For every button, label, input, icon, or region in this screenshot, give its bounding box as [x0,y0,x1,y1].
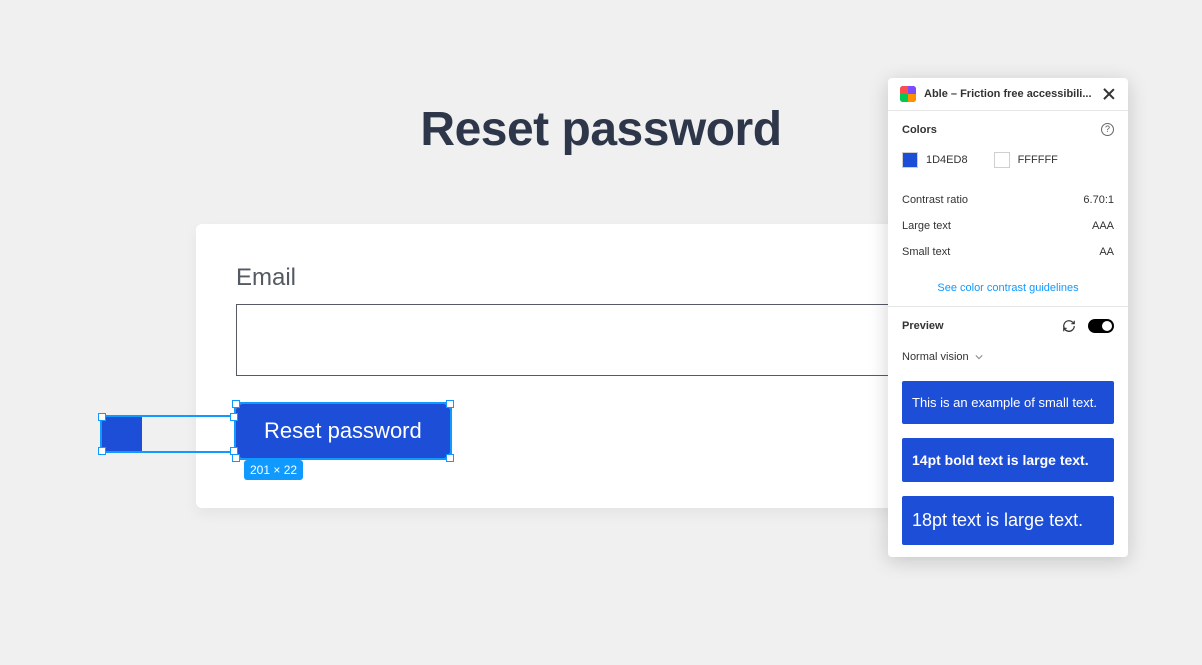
email-label: Email [236,264,986,292]
submit-button-selection: Reset password 201 × 22 [236,404,450,458]
contrast-label: Contrast ratio [902,194,968,206]
large-text-label: Large text [902,220,951,232]
selection-handle[interactable] [98,447,106,455]
plugin-title: Able – Friction free accessibili... [924,88,1094,100]
selection-handle[interactable] [446,454,454,462]
bg-color-hex: FFFFFF [1018,154,1058,166]
email-field[interactable] [236,304,986,376]
colors-heading: Colors [902,124,937,136]
colors-section: Colors ? 1D4ED8 FFFFFF Contrast ratio 6.… [888,111,1128,307]
selection-dimensions-badge: 201 × 22 [244,460,303,480]
selection-handle[interactable] [230,447,238,455]
plugin-panel: Able – Friction free accessibili... Colo… [888,78,1128,557]
preview-small-text: This is an example of small text. [902,381,1114,424]
aux-selection-fill [102,417,142,451]
preview-toggle[interactable] [1088,319,1114,333]
fg-color-hex: 1D4ED8 [926,154,968,166]
guidelines-link[interactable]: See color contrast guidelines [937,282,1078,294]
selection-handle[interactable] [230,413,238,421]
fg-color-box [902,152,918,168]
help-icon[interactable]: ? [1101,123,1114,136]
selection-handle[interactable] [98,413,106,421]
metrics: Contrast ratio 6.70:1 Large text AAA Sma… [902,194,1114,258]
small-text-value: AA [1099,246,1114,258]
preview-section: Preview Normal vision This is an example… [888,307,1128,557]
plugin-icon [900,86,916,102]
bg-color-box [994,152,1010,168]
background-swatch[interactable]: FFFFFF [994,152,1058,168]
aux-selection[interactable] [100,415,236,453]
preview-bold-text: 14pt bold text is large text. [902,438,1114,482]
large-text-value: AAA [1092,220,1114,232]
foreground-swatch[interactable]: 1D4ED8 [902,152,968,168]
vision-mode-select[interactable]: Normal vision [902,351,1114,363]
preview-large-text: 18pt text is large text. [902,496,1114,545]
small-text-label: Small text [902,246,950,258]
vision-mode-label: Normal vision [902,351,969,363]
plugin-header: Able – Friction free accessibili... [888,78,1128,111]
preview-heading: Preview [902,320,1050,332]
selection-handle[interactable] [232,400,240,408]
selection-handle[interactable] [232,454,240,462]
contrast-value: 6.70:1 [1083,194,1114,206]
reset-password-button[interactable]: Reset password [236,404,450,458]
selection-handle[interactable] [446,400,454,408]
chevron-down-icon [975,353,983,361]
refresh-icon[interactable] [1062,319,1076,333]
close-icon[interactable] [1102,87,1116,101]
